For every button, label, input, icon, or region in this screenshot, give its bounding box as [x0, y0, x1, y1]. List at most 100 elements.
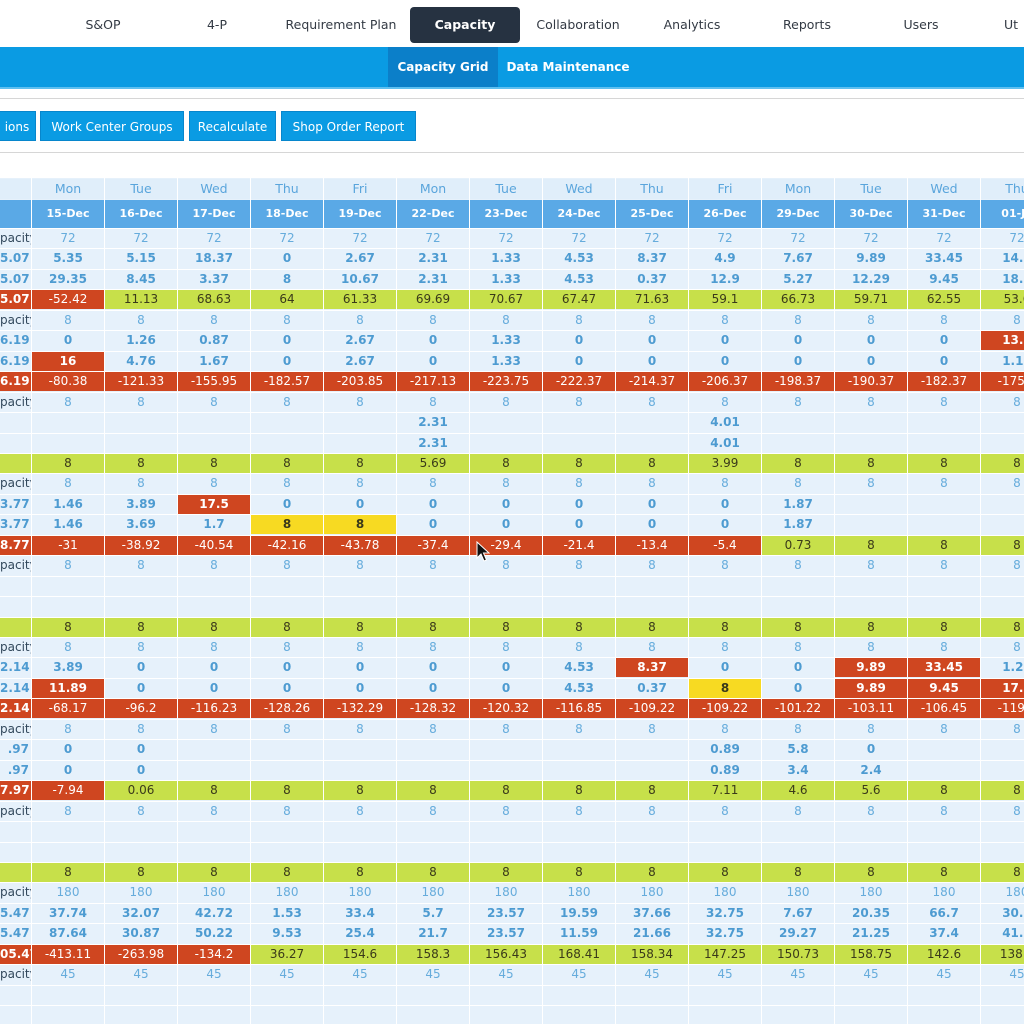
load-cell[interactable] — [908, 597, 980, 616]
nav-tab-requirement-plan[interactable]: Requirement Plan — [280, 7, 402, 43]
balance-cell[interactable]: 8 — [543, 863, 615, 882]
recalculate-button[interactable]: Recalculate — [189, 111, 276, 141]
balance-cell[interactable]: -198.37 — [762, 372, 834, 391]
load-cell[interactable] — [616, 740, 688, 759]
balance-cell[interactable]: 8 — [762, 863, 834, 882]
balance-cell[interactable]: -203.85 — [324, 372, 396, 391]
load-cell[interactable] — [324, 577, 396, 596]
load-cell[interactable]: 1.33 — [470, 352, 542, 371]
load-cell[interactable]: 0 — [105, 679, 177, 698]
load-cell[interactable]: 1.53 — [251, 904, 323, 923]
balance-cell[interactable]: 8 — [616, 454, 688, 473]
balance-cell[interactable]: -96.2 — [105, 699, 177, 718]
load-cell[interactable] — [178, 986, 250, 1005]
load-cell[interactable] — [616, 761, 688, 780]
balance-cell[interactable]: -7.94 — [32, 781, 104, 800]
load-cell[interactable] — [762, 577, 834, 596]
capacity-cell[interactable]: 8 — [470, 720, 542, 739]
load-cell[interactable] — [543, 843, 615, 862]
load-cell[interactable] — [251, 434, 323, 453]
balance-cell[interactable]: -134.2 — [178, 945, 250, 964]
date-header[interactable]: 17-Dec — [178, 200, 250, 228]
load-cell[interactable]: 0 — [251, 331, 323, 350]
balance-cell[interactable]: -182.37 — [908, 372, 980, 391]
load-cell[interactable] — [470, 597, 542, 616]
nav-tab-utilities[interactable]: Ut — [1004, 7, 1024, 43]
load-cell[interactable] — [908, 843, 980, 862]
balance-cell[interactable]: -121.33 — [105, 372, 177, 391]
load-cell[interactable] — [178, 761, 250, 780]
balance-cell[interactable]: 8 — [762, 618, 834, 637]
load-cell[interactable] — [543, 761, 615, 780]
capacity-cell[interactable]: 180 — [835, 883, 907, 902]
capacity-cell[interactable]: 8 — [251, 474, 323, 493]
balance-cell[interactable]: 8 — [178, 863, 250, 882]
date-header[interactable]: 18-Dec — [251, 200, 323, 228]
load-cell[interactable] — [397, 1006, 469, 1024]
capacity-cell[interactable]: 8 — [470, 638, 542, 657]
load-cell[interactable]: 0 — [835, 331, 907, 350]
load-cell[interactable] — [762, 413, 834, 432]
nav-tab-capacity[interactable]: Capacity — [410, 7, 520, 43]
capacity-cell[interactable]: 8 — [981, 720, 1024, 739]
load-cell[interactable] — [908, 740, 980, 759]
load-cell[interactable]: 4.53 — [543, 679, 615, 698]
load-cell[interactable]: 30.8 — [981, 904, 1024, 923]
balance-cell[interactable]: 69.69 — [397, 290, 469, 309]
capacity-cell[interactable]: 8 — [105, 556, 177, 575]
load-cell[interactable]: 0 — [178, 679, 250, 698]
load-cell[interactable] — [835, 515, 907, 534]
load-cell[interactable] — [981, 1006, 1024, 1024]
capacity-cell[interactable]: 8 — [616, 720, 688, 739]
load-cell[interactable] — [762, 434, 834, 453]
capacity-cell[interactable]: 8 — [32, 474, 104, 493]
load-cell[interactable] — [251, 413, 323, 432]
balance-cell[interactable]: 8 — [105, 863, 177, 882]
date-header[interactable]: 23-Dec — [470, 200, 542, 228]
load-cell[interactable]: 21.25 — [835, 924, 907, 943]
load-cell[interactable] — [908, 515, 980, 534]
capacity-cell[interactable]: 180 — [397, 883, 469, 902]
load-cell[interactable]: 7.67 — [762, 249, 834, 268]
balance-cell[interactable]: 158.75 — [835, 945, 907, 964]
balance-cell[interactable]: 70.67 — [470, 290, 542, 309]
load-cell[interactable] — [32, 843, 104, 862]
balance-cell[interactable]: 8 — [908, 781, 980, 800]
load-cell[interactable]: 1.33 — [470, 270, 542, 289]
load-cell[interactable] — [689, 1006, 761, 1024]
balance-cell[interactable]: 62.55 — [908, 290, 980, 309]
load-cell[interactable]: 37.74 — [32, 904, 104, 923]
load-cell[interactable]: 0 — [616, 515, 688, 534]
capacity-cell[interactable]: 8 — [178, 720, 250, 739]
balance-cell[interactable]: -222.37 — [543, 372, 615, 391]
load-cell[interactable]: 12.9 — [689, 270, 761, 289]
balance-cell[interactable]: -68.17 — [32, 699, 104, 718]
balance-cell[interactable]: 8 — [324, 863, 396, 882]
load-cell[interactable]: 11.89 — [32, 679, 104, 698]
load-cell[interactable] — [470, 413, 542, 432]
balance-cell[interactable]: 8 — [397, 618, 469, 637]
load-cell[interactable]: 4.53 — [543, 658, 615, 677]
balance-cell[interactable]: 8 — [251, 618, 323, 637]
load-cell[interactable] — [762, 597, 834, 616]
load-cell[interactable] — [543, 413, 615, 432]
load-cell[interactable] — [397, 577, 469, 596]
capacity-cell[interactable]: 45 — [981, 965, 1024, 984]
load-cell[interactable] — [470, 577, 542, 596]
load-cell[interactable] — [178, 597, 250, 616]
load-cell[interactable] — [835, 1006, 907, 1024]
load-cell[interactable]: 0 — [543, 515, 615, 534]
load-cell[interactable] — [689, 822, 761, 841]
capacity-cell[interactable]: 8 — [470, 474, 542, 493]
balance-cell[interactable]: 8 — [762, 454, 834, 473]
load-cell[interactable]: 0 — [616, 352, 688, 371]
load-cell[interactable] — [251, 761, 323, 780]
balance-cell[interactable]: 158.3 — [397, 945, 469, 964]
balance-cell[interactable]: -21.4 — [543, 536, 615, 555]
balance-cell[interactable]: -206.37 — [689, 372, 761, 391]
capacity-cell[interactable]: 8 — [616, 393, 688, 412]
balance-cell[interactable]: -128.32 — [397, 699, 469, 718]
load-cell[interactable] — [32, 1006, 104, 1024]
balance-cell[interactable]: 8 — [908, 618, 980, 637]
balance-cell[interactable]: 150.73 — [762, 945, 834, 964]
